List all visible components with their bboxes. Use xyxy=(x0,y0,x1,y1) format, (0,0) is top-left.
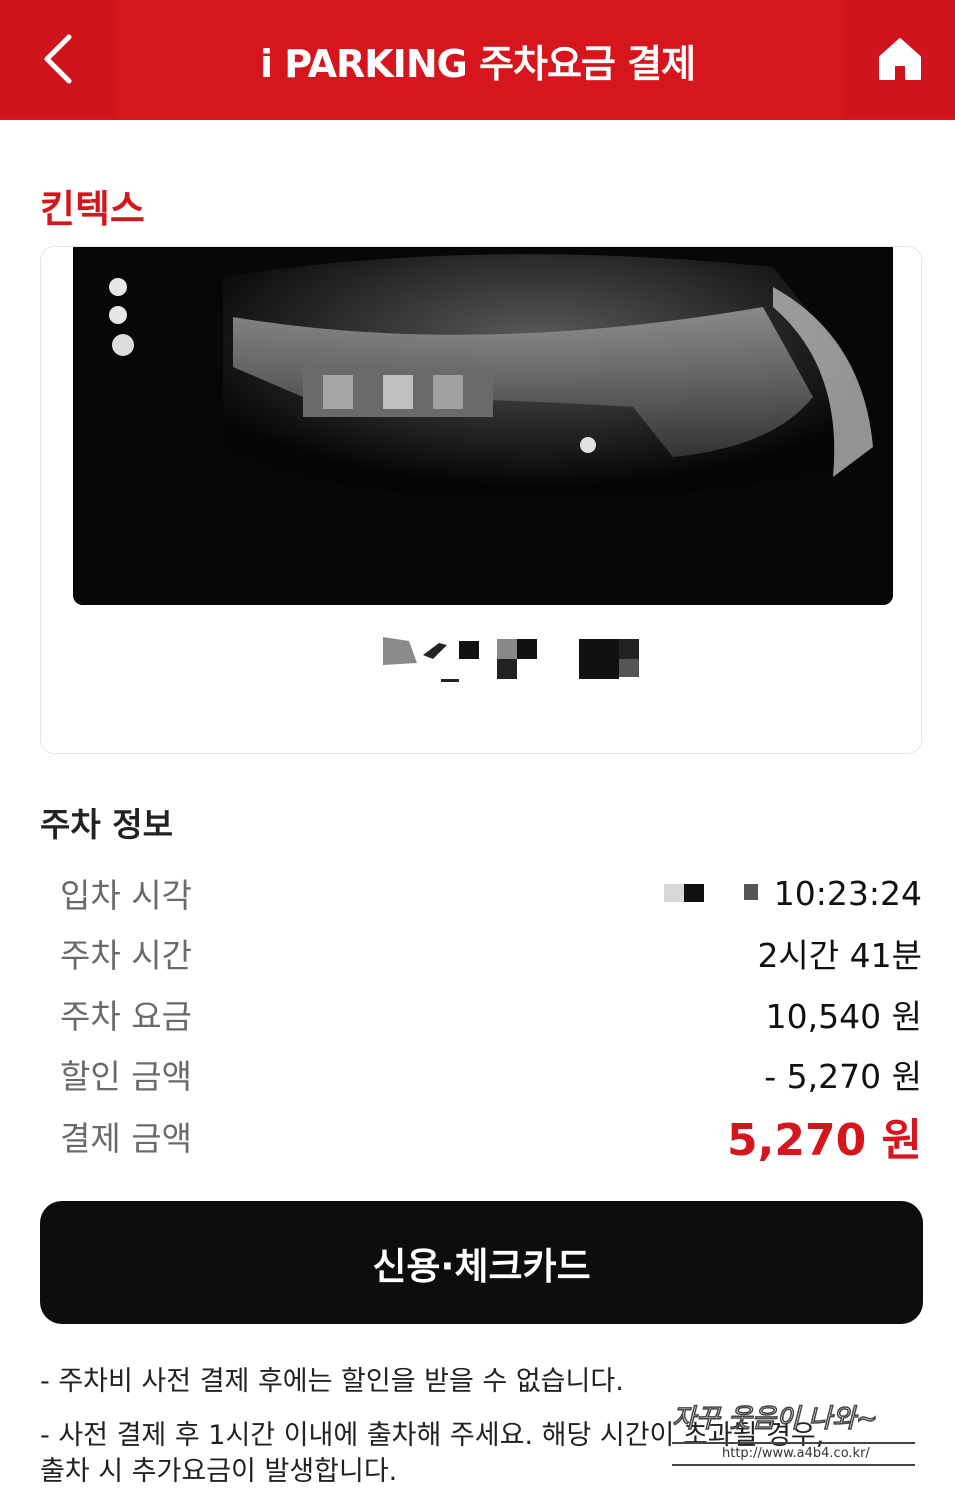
page-title: i PARKING 주차요금 결제 xyxy=(259,41,696,86)
notice-1: - 주차비 사전 결제 후에는 할인을 받을 수 없습니다. xyxy=(40,1366,624,1397)
entry-time-value: 10:23:24 xyxy=(773,873,922,913)
watermark-text: 자꾸 웃음이 나와~ xyxy=(671,1403,878,1435)
discount-value: - 5,270 원 xyxy=(764,1057,922,1096)
home-icon xyxy=(879,38,921,80)
entry-time-label: 입차 시각 xyxy=(60,876,192,915)
parking-fee-row: 주차 요금 10,540 원 xyxy=(60,989,922,1039)
home-button[interactable] xyxy=(845,0,955,118)
parking-fee-value: 10,540 원 xyxy=(765,997,922,1036)
watermark-url: http://www.a4b4.co.kr/ xyxy=(722,1446,870,1461)
parking-lot-name: 킨텍스 xyxy=(40,187,145,231)
payment-amount-row: 결제 금액 5,270 원 xyxy=(60,1108,922,1166)
parking-duration-label: 주차 시간 xyxy=(60,936,192,975)
parking-info-title: 주차 정보 xyxy=(40,805,173,844)
parking-duration-value: 2시간 41분 xyxy=(757,936,922,975)
chevron-left-icon xyxy=(44,34,71,84)
blurred-date xyxy=(663,884,758,902)
payment-amount-value: 5,270 원 xyxy=(727,1115,922,1166)
payment-amount-label: 결제 금액 xyxy=(60,1119,192,1158)
car-card xyxy=(40,246,922,754)
plate-number xyxy=(381,635,641,685)
back-button[interactable] xyxy=(0,0,115,118)
discount-label: 할인 금액 xyxy=(60,1057,192,1096)
card-payment-button[interactable]: 신용·체크카드 xyxy=(40,1201,923,1324)
parking-duration-row: 주차 시간 2시간 41분 xyxy=(60,928,922,978)
parking-fee-label: 주차 요금 xyxy=(60,997,192,1036)
app-header: i PARKING 주차요금 결제 xyxy=(0,0,955,120)
entry-time-row: 입차 시각 10:23:24 xyxy=(60,868,922,918)
watermark: 자꾸 웃음이 나와~ http://www.a4b4.co.kr/ xyxy=(671,1398,922,1470)
discount-row: 할인 금액 - 5,270 원 xyxy=(60,1049,922,1099)
car-photo xyxy=(73,247,893,605)
